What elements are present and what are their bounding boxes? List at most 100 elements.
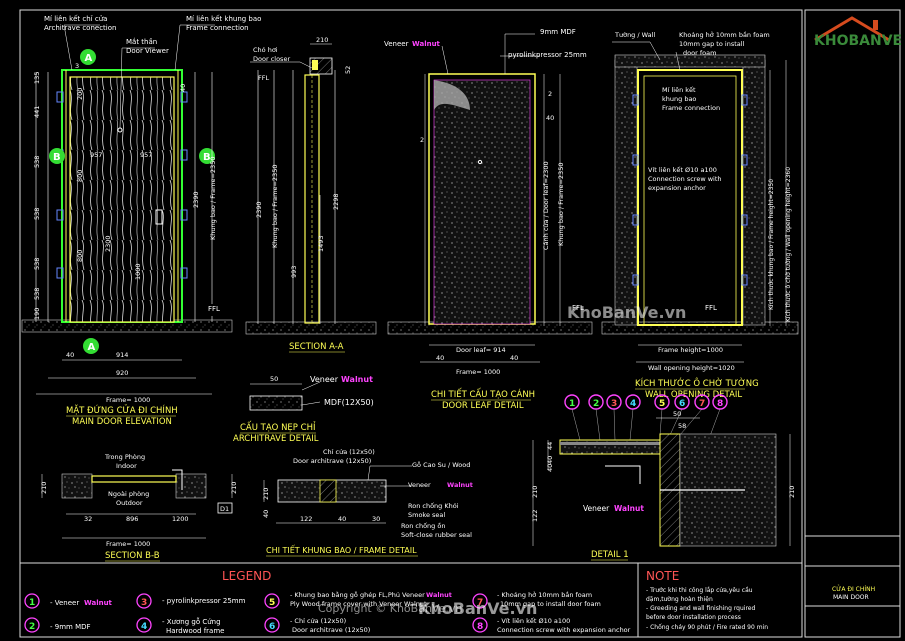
svg-text:Frame connection: Frame connection <box>662 104 720 112</box>
svg-text:Frame= 1000: Frame= 1000 <box>106 396 150 404</box>
legend-item: 6 - Chỉ cửa (12x50) Door architrave (12x… <box>264 617 370 634</box>
svg-text:Outdoor: Outdoor <box>116 499 143 507</box>
svg-text:- Chống cháy 90 phút / Fire ra: - Chống cháy 90 phút / Fire rated 90 min <box>646 624 768 631</box>
svg-text:10mm gap to install: 10mm gap to install <box>679 40 745 48</box>
note-title: NOTE <box>646 569 679 583</box>
svg-text:- Veneer: - Veneer <box>50 599 79 607</box>
svg-text:50: 50 <box>270 375 278 383</box>
svg-text:Ngoài phòng: Ngoài phòng <box>108 490 149 498</box>
svg-text:210: 210 <box>230 482 238 494</box>
svg-text:door foam: door foam <box>683 49 716 57</box>
title-block-vi: CỬA ĐI CHÍNH <box>832 585 875 593</box>
svg-text:993: 993 <box>290 266 298 278</box>
svg-text:D1: D1 <box>220 505 229 513</box>
svg-text:538: 538 <box>33 208 41 220</box>
svg-text:1493: 1493 <box>317 235 325 252</box>
svg-text:1: 1 <box>29 598 35 608</box>
svg-text:- Vít liên kết Ø10 a100: - Vít liên kết Ø10 a100 <box>497 617 570 625</box>
svg-text:A: A <box>85 53 93 64</box>
architrave-title-vi: CẤU TẠO NẸP CHỈ <box>240 421 316 433</box>
elevation-title-en: MAIN DOOR ELEVATION <box>72 417 172 427</box>
ffl-label: FFL <box>208 305 220 313</box>
section-tag-a-top: A <box>80 49 96 65</box>
ffl-label: FFL <box>258 74 269 82</box>
svg-text:1000: 1000 <box>134 263 142 280</box>
svg-text:Chó hơi: Chó hơi <box>253 46 278 54</box>
detail-1: 1 2 3 4 5 6 7 8 50 58 210 210 122 40 44 … <box>531 394 796 561</box>
svg-text:Kích thước ô chờ tường / Wall: Kích thước ô chờ tường / Wall opening he… <box>785 167 792 322</box>
svg-text:3: 3 <box>75 62 79 70</box>
section-bb-title: SECTION B-B <box>105 551 160 561</box>
frame-detail-title: CHI TIẾT KHUNG BAO / FRAME DETAIL <box>266 544 417 555</box>
svg-text:896: 896 <box>126 515 138 523</box>
svg-text:Walnut: Walnut <box>84 599 113 607</box>
section-aa-title: SECTION A-A <box>289 342 344 352</box>
svg-text:44: 44 <box>546 442 554 450</box>
legend-title: LEGEND <box>222 569 271 583</box>
svg-text:5: 5 <box>659 399 665 409</box>
svg-text:200: 200 <box>76 88 84 100</box>
svg-text:52: 52 <box>344 66 352 74</box>
svg-text:50: 50 <box>673 410 681 418</box>
svg-text:khung bao: khung bao <box>662 95 696 103</box>
svg-text:Kích thước khung bao / Frame h: Kích thước khung bao / Frame height=2350 <box>768 179 775 310</box>
title-block-en: MAIN DOOR <box>833 594 869 601</box>
svg-text:6: 6 <box>679 399 685 409</box>
title-block: KHOBANVE CỬA ĐI CHÍNH MAIN DOOR <box>805 16 902 607</box>
svg-text:7: 7 <box>699 399 705 409</box>
svg-text:538: 538 <box>33 156 41 168</box>
svg-text:B: B <box>53 152 61 163</box>
cad-drawing-sheet: A B B A Mí liên kết chỉ cửa Architrave c… <box>19 9 902 638</box>
svg-text:- Chỉ cửa (12x50): - Chỉ cửa (12x50) <box>290 617 346 625</box>
svg-text:800: 800 <box>76 250 84 262</box>
svg-text:8: 8 <box>477 622 483 632</box>
svg-text:Vít liên kết Ø10 a100: Vít liên kết Ø10 a100 <box>648 166 717 174</box>
svg-text:Frame= 1000: Frame= 1000 <box>456 368 500 376</box>
svg-text:210: 210 <box>531 486 539 498</box>
legend-item: 2 - 9mm MDF <box>24 617 91 633</box>
svg-text:- Khung bao bằng gỗ ghép FL,Ph: - Khung bao bằng gỗ ghép FL,Phủ Veneer <box>290 590 425 599</box>
svg-text:190: 190 <box>33 308 41 320</box>
svg-text:Soft-close rubber seal: Soft-close rubber seal <box>401 531 472 539</box>
svg-text:210: 210 <box>788 486 796 498</box>
svg-text:538: 538 <box>33 288 41 300</box>
svg-text:135: 135 <box>33 72 41 84</box>
svg-text:40: 40 <box>510 354 518 362</box>
svg-text:3: 3 <box>611 399 617 409</box>
svg-text:- Khoảng hở 10mm bắn foam: - Khoảng hở 10mm bắn foam <box>497 590 592 599</box>
khobanve-logo: KHOBANVE <box>814 16 902 49</box>
callout-architrave-en: Architrave conection <box>44 24 116 32</box>
svg-text:58: 58 <box>678 422 686 430</box>
svg-text:800: 800 <box>76 170 84 182</box>
callout-frame-vi: Mí liên kết khung bao <box>186 15 261 23</box>
svg-text:Veneer: Veneer <box>310 375 339 384</box>
svg-text:Khung bao / Frame=2350: Khung bao / Frame=2350 <box>209 157 217 240</box>
svg-text:Door leaf= 914: Door leaf= 914 <box>456 346 506 354</box>
svg-text:40: 40 <box>338 515 346 523</box>
svg-text:Ron chống Khói: Ron chống Khói <box>408 502 459 510</box>
section-a-a: Chó hơi Door closer 210 52 2390 Khung ba… <box>245 36 377 353</box>
svg-text:Veneer: Veneer <box>408 481 431 489</box>
svg-text:40: 40 <box>66 351 74 359</box>
watermark-copyright: Copyright © KhoBanVe.vn <box>318 602 462 615</box>
svg-text:MDF(12X50): MDF(12X50) <box>324 398 374 407</box>
legend-item: 3 - pyrolinkpressor 25mm <box>136 593 246 609</box>
svg-text:4: 4 <box>630 399 636 409</box>
svg-text:Gỗ Cao Su / Wood: Gỗ Cao Su / Wood <box>412 460 470 469</box>
svg-text:before door installation proce: before door installation process <box>646 614 741 621</box>
svg-text:1: 1 <box>569 399 575 409</box>
svg-text:40: 40 <box>179 84 187 92</box>
svg-text:30: 30 <box>372 515 380 523</box>
svg-text:Connection screw with expansio: Connection screw with expansion anchor <box>497 626 631 634</box>
svg-text:dặm,tường hoàn thiện: dặm,tường hoàn thiện <box>646 596 713 603</box>
svg-text:Walnut: Walnut <box>447 481 473 489</box>
svg-text:32: 32 <box>84 515 92 523</box>
svg-text:Ron chống ồn: Ron chống ồn <box>401 522 445 530</box>
svg-text:8: 8 <box>717 399 723 409</box>
svg-text:Hardwood frame: Hardwood frame <box>166 627 224 635</box>
svg-text:210: 210 <box>262 488 270 500</box>
svg-text:914: 914 <box>116 351 128 359</box>
svg-text:2: 2 <box>29 622 35 632</box>
svg-text:Khung bao / Frame=2350: Khung bao / Frame=2350 <box>271 165 279 248</box>
svg-text:2300: 2300 <box>104 235 112 252</box>
